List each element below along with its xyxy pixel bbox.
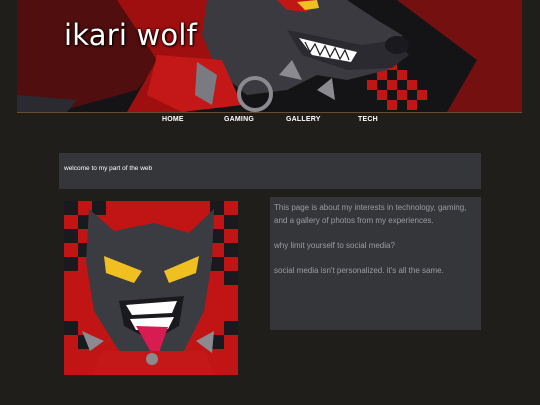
nav-link-home[interactable]: HOME (162, 116, 184, 123)
question-paragraph: why limit yourself to social media? (274, 240, 395, 250)
wolf-portrait (64, 201, 238, 375)
welcome-panel: welcome to my part of the web (59, 153, 481, 189)
content-panel: This page is about my interests in techn… (270, 197, 481, 330)
welcome-text: welcome to my part of the web (64, 165, 153, 172)
nav-link-tech[interactable]: TECH (358, 116, 378, 123)
banner-divider (17, 112, 522, 113)
avatar-image (64, 201, 238, 375)
nav-link-gaming[interactable]: GAMING (224, 116, 254, 123)
header-banner: ikari wolf (17, 0, 522, 112)
banner-artwork (17, 0, 522, 112)
statement-paragraph: social media isn't personalized. it's al… (274, 265, 444, 275)
intro-paragraph: This page is about my interests in techn… (274, 203, 467, 225)
site-title: ikari wolf (64, 18, 198, 52)
nav-link-gallery[interactable]: GALLERY (286, 116, 321, 123)
main-nav: HOME GAMING GALLERY TECH (0, 116, 540, 128)
